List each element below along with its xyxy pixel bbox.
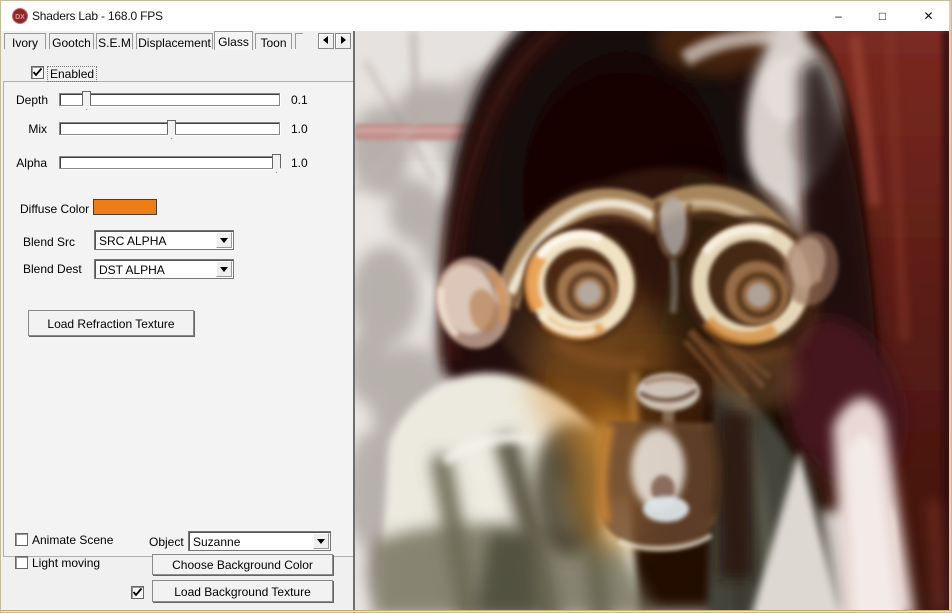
svg-text:DX: DX	[15, 14, 25, 21]
